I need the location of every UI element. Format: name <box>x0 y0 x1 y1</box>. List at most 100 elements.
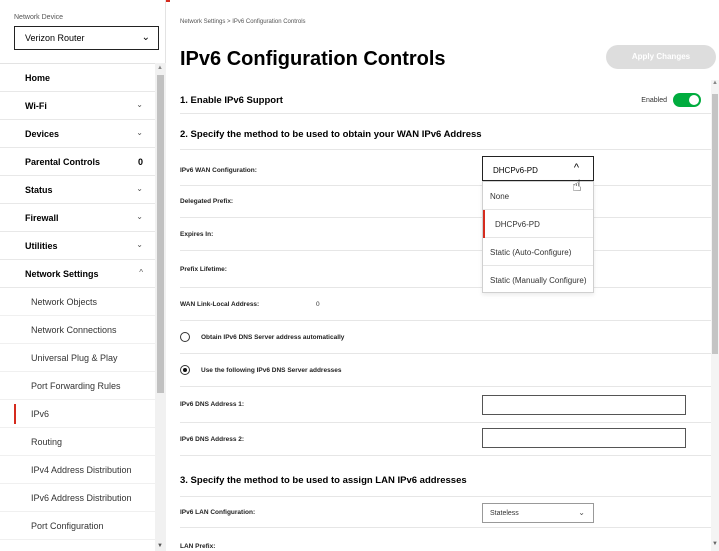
wan-config-dropdown: None DHCPv6-PD Static (Auto-Configure) S… <box>482 181 594 293</box>
dropdown-option-static-auto[interactable]: Static (Auto-Configure) <box>483 238 593 266</box>
sidebar-subitem-label: Universal Plug & Play <box>31 352 118 363</box>
toggle-knob <box>689 95 699 105</box>
dns-auto-radio[interactable] <box>180 332 190 342</box>
sidebar-item-network-settings[interactable]: Network Settings ^ <box>0 260 155 288</box>
field-label: Delegated Prefix: <box>180 198 234 205</box>
device-label: Network Device <box>14 14 64 21</box>
page-title: IPv6 Configuration Controls <box>180 48 446 70</box>
sidebar-item-label: Firewall <box>25 212 59 223</box>
field-label: IPv6 DNS Address 1: <box>180 401 245 408</box>
main-scrollbar-thumb[interactable] <box>712 94 718 354</box>
sidebar-subitem-routing[interactable]: Routing <box>0 428 155 456</box>
sidebar-item-home[interactable]: Home <box>0 64 155 92</box>
sidebar-subitem-ipv6-distribution[interactable]: IPv6 Address Distribution <box>0 484 155 512</box>
enable-ipv6-toggle[interactable] <box>673 93 701 107</box>
section-enable-ipv6: 1. Enable IPv6 Support Enabled <box>180 87 711 114</box>
chevron-up-icon: ^ <box>139 268 143 277</box>
sidebar-item-label: Status <box>25 184 53 195</box>
sidebar-item-label: Wi-Fi <box>25 100 47 111</box>
sidebar-subitem-upnp[interactable]: Universal Plug & Play <box>0 344 155 372</box>
field-label: IPv6 WAN Configuration: <box>180 166 257 174</box>
lan-config-select[interactable]: Stateless ⌄ <box>482 503 594 523</box>
dns-auto-row: Obtain IPv6 DNS Server address automatic… <box>180 321 711 354</box>
radio-label: Use the following IPv6 DNS Server addres… <box>201 366 342 374</box>
dropdown-option-dhcpv6-pd[interactable]: DHCPv6-PD <box>483 210 593 238</box>
chevron-down-icon: ⌄ <box>578 508 585 517</box>
chevron-down-icon: ⌄ <box>136 184 143 193</box>
scroll-down-icon[interactable]: ▼ <box>157 543 163 549</box>
delegated-prefix-row: Delegated Prefix: <box>180 186 711 218</box>
sidebar-item-parental-controls[interactable]: Parental Controls 0 <box>0 148 155 176</box>
sidebar-subitem-label: Port Forwarding Rules <box>31 380 121 391</box>
lan-prefix-row: LAN Prefix: <box>180 538 711 551</box>
section-title: 3. Specify the method to be used to assi… <box>180 475 467 486</box>
field-label: IPv6 LAN Configuration: <box>180 509 256 516</box>
toggle-label: Enabled <box>641 96 667 104</box>
chevron-down-icon: ⌄ <box>136 212 143 221</box>
chevron-down-icon: ⌄ <box>141 32 150 43</box>
dns2-input[interactable] <box>482 428 686 448</box>
sidebar-subitem-ipv4-distribution[interactable]: IPv4 Address Distribution <box>0 456 155 484</box>
dns1-input[interactable] <box>482 395 686 415</box>
field-label: WAN Link-Local Address: <box>180 300 260 308</box>
radio-label: Obtain IPv6 DNS Server address automatic… <box>201 333 345 341</box>
main-content: Network Settings > IPv6 Configuration Co… <box>166 0 719 551</box>
sidebar-item-devices[interactable]: Devices ⌄ <box>0 120 155 148</box>
device-select[interactable]: Verizon Router ⌄ <box>14 26 159 50</box>
scroll-up-icon[interactable]: ▲ <box>712 80 718 86</box>
lan-config-value: Stateless <box>490 510 519 517</box>
section-title: 2. Specify the method to be used to obta… <box>180 129 482 140</box>
dropdown-option-static-manual[interactable]: Static (Manually Configure) <box>483 266 593 294</box>
link-local-value: 0 <box>316 300 320 308</box>
device-select-value: Verizon Router <box>25 33 85 43</box>
sidebar-subitem-port-configuration[interactable]: Port Configuration <box>0 512 155 540</box>
sidebar-subitem-label: Port Configuration <box>31 520 104 531</box>
field-label: IPv6 DNS Address 2: <box>180 435 245 443</box>
sidebar-item-label: Utilities <box>25 240 58 251</box>
toggle-group: Enabled <box>641 93 701 107</box>
count-badge: 0 <box>137 157 143 167</box>
sidebar-subitem-label: Network Connections <box>31 324 117 335</box>
sidebar-subitem-label: IPv6 Address Distribution <box>31 492 132 503</box>
sidebar-item-firewall[interactable]: Firewall ⌄ <box>0 204 155 232</box>
sidebar-subitem-label: Network Objects <box>31 296 98 307</box>
section-lan-method: 3. Specify the method to be used to assi… <box>180 465 711 497</box>
main-scrollbar[interactable]: ▲ ▼ <box>711 80 719 551</box>
sidebar-item-label: Devices <box>25 128 60 139</box>
wan-config-row: IPv6 WAN Configuration: <box>180 155 711 186</box>
scroll-down-icon[interactable]: ▼ <box>712 541 718 547</box>
lan-config-row: IPv6 LAN Configuration: <box>180 498 711 528</box>
sidebar-scrollbar[interactable]: ▲ ▼ <box>155 63 166 551</box>
chevron-up-icon: ^ <box>573 162 579 174</box>
link-local-row: WAN Link-Local Address: 0 <box>180 288 711 321</box>
sidebar-item-label: Parental Controls <box>25 156 101 167</box>
wan-config-value: DHCPv6-PD <box>493 166 538 175</box>
scroll-up-icon[interactable]: ▲ <box>157 65 163 71</box>
sidebar-item-wifi[interactable]: Wi-Fi ⌄ <box>0 92 155 120</box>
dns-manual-row: Use the following IPv6 DNS Server addres… <box>180 354 711 387</box>
sidebar-item-label: Home <box>25 72 51 83</box>
hand-cursor-icon: ☝ <box>572 178 582 195</box>
sidebar: Network Device Verizon Router ⌄ Home Wi-… <box>0 0 166 551</box>
section-title: 1. Enable IPv6 Support <box>180 94 283 106</box>
field-label: Expires In: <box>180 230 214 238</box>
sidebar-subitem-port-forwarding[interactable]: Port Forwarding Rules <box>0 372 155 400</box>
field-label: LAN Prefix: <box>180 542 216 550</box>
sidebar-subitem-label: Routing <box>31 436 63 447</box>
sidebar-item-utilities[interactable]: Utilities ⌄ <box>0 232 155 260</box>
section-wan-method: 2. Specify the method to be used to obta… <box>180 120 711 150</box>
sidebar-subitem-label: IPv4 Address Distribution <box>31 464 132 475</box>
apply-changes-button[interactable]: Apply Changes <box>606 45 716 69</box>
sidebar-subitem-ipv6[interactable]: IPv6 <box>0 400 155 428</box>
sidebar-subitem-network-connections[interactable]: Network Connections <box>0 316 155 344</box>
sidebar-item-status[interactable]: Status ⌄ <box>0 176 155 204</box>
sidebar-item-label: Network Settings <box>25 268 99 279</box>
chevron-down-icon: ⌄ <box>136 100 143 109</box>
sidebar-subitem-network-objects[interactable]: Network Objects <box>0 288 155 316</box>
sidebar-scrollbar-thumb[interactable] <box>157 75 164 393</box>
prefix-lifetime-row: Prefix Lifetime: <box>180 251 711 288</box>
chevron-down-icon: ⌄ <box>136 240 143 249</box>
expires-row: Expires In: <box>180 218 711 251</box>
dns-manual-radio[interactable] <box>180 365 190 375</box>
breadcrumb: Network Settings > IPv6 Configuration Co… <box>180 19 306 25</box>
